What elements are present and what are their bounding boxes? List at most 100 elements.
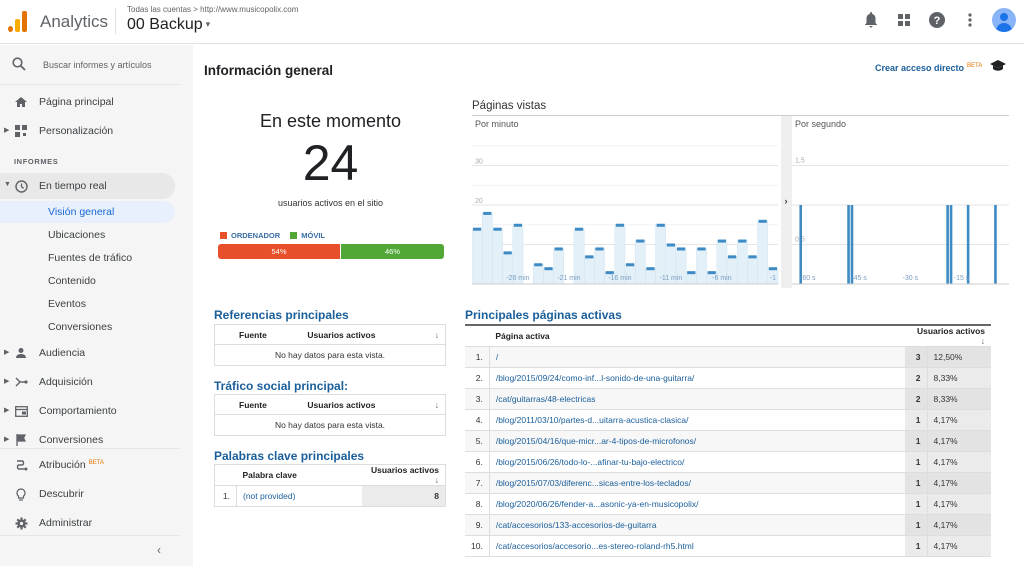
row-value: 1 <box>905 535 928 557</box>
col-source[interactable]: Fuente <box>214 324 302 345</box>
col-active-users[interactable]: Usuarios activos <box>301 394 421 415</box>
col-source[interactable]: Fuente <box>214 394 302 415</box>
bell-icon[interactable] <box>859 8 883 32</box>
sidebar-item-behavior[interactable]: ▶ Comportamiento <box>0 398 180 424</box>
sidebar-subitem-conversions[interactable]: Conversiones <box>0 316 175 338</box>
sidebar-item-conversions[interactable]: ▶ Conversiones <box>0 427 180 453</box>
minute-bar-cap <box>656 223 665 227</box>
minute-bar <box>492 228 503 285</box>
row-percent: 8,33% <box>927 388 991 410</box>
top-pages-table: Página activa Usuarios activos ↓ 1./3 12,… <box>465 324 991 557</box>
apps-grid-icon[interactable] <box>892 8 916 32</box>
sidebar-item-attribution[interactable]: Atribución BETA <box>0 452 180 478</box>
social-table: Fuente Usuarios activos ↓ No hay datos p… <box>214 394 446 436</box>
sidebar-item-discover[interactable]: Descubrir <box>0 481 180 507</box>
page-link[interactable]: /blog/2015/06/26/todo-lo-...afinar-tu-ba… <box>489 451 905 473</box>
minute-bar-cap <box>615 223 624 227</box>
sidebar: Buscar informes y artículos Página princ… <box>0 45 193 566</box>
x-tick-label: -1 <box>770 275 776 282</box>
sidebar-subitem-locations[interactable]: Ubicaciones <box>0 224 175 246</box>
x-tick-label: -30 s <box>903 275 919 282</box>
table-header: Fuente Usuarios activos ↓ <box>214 394 446 415</box>
breadcrumb[interactable]: Todas las cuentas > http://www.musicopol… <box>127 5 298 14</box>
row-percent: 4,17% <box>927 409 991 431</box>
empty-row: No hay datos para esta vista. <box>214 344 446 366</box>
sidebar-subitem-content[interactable]: Contenido <box>0 270 175 292</box>
col-page[interactable]: Página activa <box>489 325 905 347</box>
mobile-segment[interactable]: 46% <box>340 244 444 259</box>
second-bar <box>966 205 970 284</box>
page-link[interactable]: /blog/2015/07/03/diferenc...sicas-entre-… <box>489 472 905 494</box>
page-link[interactable]: /cat/accesorios/accesorio...es-stereo-ro… <box>489 535 905 557</box>
legend-swatch <box>290 232 298 239</box>
page-link[interactable]: /blog/2015/04/16/que-micr...ar-4-tipos-d… <box>489 430 905 452</box>
row-index: 1. <box>465 346 490 368</box>
minute-bar <box>757 220 769 285</box>
account-avatar[interactable] <box>992 8 1016 32</box>
create-shortcut-link[interactable]: Crear acceso directo BETA <box>875 63 982 73</box>
sidebar-subitem-events[interactable]: Eventos <box>0 293 175 315</box>
help-icon[interactable]: ? <box>925 8 949 32</box>
desktop-segment[interactable]: 54% <box>218 244 341 259</box>
second-bar <box>847 205 850 284</box>
legend-item-desktop: ORDENADOR <box>220 231 280 240</box>
x-tick-label: -26 min <box>506 275 529 282</box>
page-link[interactable]: /cat/guitarras/48-electricas <box>489 388 905 410</box>
account-selector[interactable]: 00 Backup ▾ <box>127 16 210 34</box>
sidebar-item-acquisition[interactable]: ▶ Adquisición <box>0 369 180 395</box>
analytics-logo[interactable] <box>8 10 28 32</box>
clock-icon <box>13 178 29 194</box>
chart-title: Por minuto <box>475 119 519 129</box>
col-active-users[interactable]: Usuarios activos ↓ <box>905 325 991 347</box>
sidebar-item-realtime[interactable]: ▼ En tiempo real <box>0 173 175 199</box>
expand-chevron-icon: › <box>785 196 788 206</box>
minute-bar <box>747 256 758 285</box>
minute-bar-cap <box>687 271 696 275</box>
sidebar-item-admin[interactable]: Administrar <box>0 510 180 536</box>
minute-bar-cap <box>483 211 492 215</box>
page-link[interactable]: /cat/accesorios/133-accesorios-de-guitar… <box>489 514 905 536</box>
minute-bar-cap <box>636 239 645 243</box>
row-value: 3 <box>905 346 928 368</box>
sort-desc-icon[interactable]: ↓ <box>420 394 446 415</box>
page-link[interactable]: / <box>489 346 905 368</box>
sidebar-item-label: Audiencia <box>39 347 86 359</box>
sidebar-item-home[interactable]: Página principal <box>0 89 180 115</box>
sidebar-item-customization[interactable]: ▶ Personalización <box>0 118 180 144</box>
svg-text:?: ? <box>934 15 941 27</box>
sidebar-subitem-overview[interactable]: Visión general <box>0 201 175 223</box>
y-tick-label: 30 <box>475 159 483 166</box>
search-input[interactable]: Buscar informes y artículos <box>43 60 152 70</box>
sidebar-subitem-traffic-sources[interactable]: Fuentes de tráfico <box>0 247 175 269</box>
row-value: 1 <box>905 493 928 515</box>
page-link[interactable]: /blog/2015/09/24/como-inf...l-sonido-de-… <box>489 367 905 389</box>
minute-bar-cap <box>503 251 512 255</box>
minute-bar-cap <box>473 227 482 231</box>
page-link[interactable]: /blog/2020/06/26/fender-a...asonic-ya-en… <box>489 493 905 515</box>
keyword-link[interactable]: (not provided) <box>236 485 362 507</box>
row-percent: 4,17% <box>927 451 991 473</box>
col-keyword[interactable]: Palabra clave <box>236 464 362 486</box>
flag-icon <box>13 432 29 448</box>
sort-desc-icon[interactable]: ↓ <box>420 324 446 345</box>
minute-bar-cap <box>646 267 655 271</box>
empty-message: No hay datos para esta vista. <box>214 414 446 436</box>
chevron-right-icon: ▶ <box>4 127 10 134</box>
col-active-users[interactable]: Usuarios activos <box>301 324 421 345</box>
search-box[interactable]: Buscar informes y artículos <box>0 45 180 85</box>
more-vert-icon[interactable] <box>958 8 982 32</box>
row-percent: 4,17% <box>927 493 991 515</box>
page-link[interactable]: /blog/2011/03/10/partes-d...uitarra-acus… <box>489 409 905 431</box>
sidebar-item-audience[interactable]: ▶ Audiencia <box>0 340 180 366</box>
active-users-caption: usuarios activos en el sitio <box>277 198 384 208</box>
col-active-users[interactable]: Usuarios activos ↓ <box>361 464 446 486</box>
row-value: 1 <box>905 430 928 452</box>
sidebar-item-label: Descubrir <box>39 488 84 500</box>
minute-bar <box>634 240 646 285</box>
keywords-table: Palabra clave Usuarios activos ↓ 1. (not… <box>214 464 446 507</box>
collapse-sidebar-icon[interactable]: ‹ <box>157 543 161 557</box>
graduation-cap-icon[interactable] <box>990 60 1006 74</box>
second-bar <box>850 205 854 284</box>
x-tick-label: -6 min <box>712 275 732 282</box>
subitem-label: Conversiones <box>48 321 113 333</box>
